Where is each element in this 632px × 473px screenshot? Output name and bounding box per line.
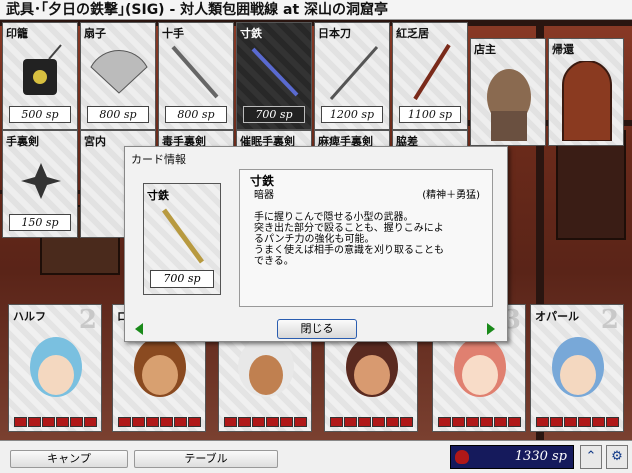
hp-bar: [438, 417, 521, 427]
inro-icon: [23, 44, 62, 95]
shop-card-inro[interactable]: 印籠 500 sp: [2, 22, 78, 130]
money-amount: 1330 sp: [514, 449, 567, 464]
door-icon: [562, 61, 612, 141]
next-arrow-icon[interactable]: [487, 323, 495, 335]
card-name: 宮内: [84, 135, 106, 148]
card-name: 寸鉄: [147, 189, 169, 202]
gear-icon[interactable]: ⚙: [606, 445, 628, 469]
character-portrait-icon: [552, 337, 604, 397]
staff-icon: [413, 43, 451, 101]
hp-bar: [330, 417, 413, 427]
item-attributes: (精神＋勇猛): [422, 190, 480, 201]
npc-card-shopkeeper[interactable]: 店主: [470, 38, 546, 146]
jitte-icon: [171, 45, 219, 99]
card-name: 日本刀: [318, 27, 351, 40]
item-info-panel: 寸鉄 暗器 (精神＋勇猛) 手に握りこんで隠せる小型の武器。 突き出た部分で殴る…: [239, 169, 493, 307]
hp-bar: [118, 417, 201, 427]
card-name: 紅乏居: [396, 27, 429, 40]
shop-card-benishibai[interactable]: 紅乏居 1100 sp: [392, 22, 468, 130]
item-category: 暗器: [254, 190, 274, 201]
party-name: オパール: [535, 310, 579, 323]
hp-bar: [14, 417, 97, 427]
table-button[interactable]: テーブル: [134, 450, 278, 468]
party-name: ハルフ: [13, 310, 46, 323]
card-price: 1100 sp: [399, 106, 461, 123]
description-line: 突き出た部分で殴ることも、握りこみによ: [254, 223, 444, 234]
party-card-harufu[interactable]: ハルフ 2: [8, 304, 102, 432]
money-bag-icon: [455, 450, 469, 464]
party-card-opal[interactable]: オパール 2: [530, 304, 624, 432]
card-price: 800 sp: [87, 106, 149, 123]
katana-icon: [329, 46, 379, 100]
previous-arrow-icon[interactable]: [135, 323, 143, 335]
card-price: 700 sp: [243, 106, 305, 123]
shop-card-sunsetsu-selected[interactable]: 寸鉄 700 sp: [236, 22, 312, 130]
npc-name: 店主: [474, 43, 496, 56]
close-button[interactable]: 閉じる: [277, 319, 357, 339]
sunsetsu-icon: [161, 208, 205, 264]
description-line: 手に握りこんで隠せる小型の武器。: [254, 212, 414, 223]
dialog-card-preview: 寸鉄 700 sp: [143, 183, 221, 295]
sunsetsu-icon: [251, 47, 299, 97]
window-title: 武具･｢夕日の鉄撃｣(SIG) - 対人類包囲戦線 at 深山の洞窟亭: [0, 0, 632, 20]
card-price: 150 sp: [9, 214, 71, 231]
card-name: 扇子: [84, 27, 106, 40]
shop-card-shuriken[interactable]: 手裏剣 150 sp: [2, 130, 78, 238]
card-info-dialog: カード情報 寸鉄 700 sp 寸鉄 暗器 (精神＋勇猛) 手に握りこんで隠せる…: [124, 146, 508, 342]
item-description: 手に握りこんで隠せる小型の武器。 突き出た部分で殴ることも、握りこみによ るパン…: [254, 212, 484, 267]
hp-bar: [536, 417, 619, 427]
money-display: 1330 sp: [450, 445, 574, 469]
description-line: できる。: [254, 256, 294, 267]
shop-card-sensu[interactable]: 扇子 800 sp: [80, 22, 156, 130]
npc-card-return[interactable]: 帰還: [548, 38, 624, 146]
card-name: 手裏剣: [6, 135, 39, 148]
shop-card-jitte[interactable]: 十手 800 sp: [158, 22, 234, 130]
card-price: 500 sp: [9, 106, 71, 123]
description-line: うまく使えば相手の意識を刈り取ることも: [254, 245, 444, 256]
camp-button[interactable]: キャンプ: [10, 450, 128, 468]
double-chevron-up-icon[interactable]: ⌃: [580, 445, 602, 469]
shopkeeper-portrait-icon: [487, 69, 531, 141]
shop-card-katana[interactable]: 日本刀 1200 sp: [314, 22, 390, 130]
dialog-title: カード情報: [131, 153, 186, 166]
hp-bar: [224, 417, 307, 427]
card-price: 700 sp: [150, 270, 214, 288]
fan-icon: [90, 50, 148, 94]
shuriken-icon: [21, 163, 61, 199]
card-name: 寸鉄: [240, 27, 262, 40]
character-portrait-icon: [30, 337, 82, 397]
card-price: 1200 sp: [321, 106, 383, 123]
card-price: 800 sp: [165, 106, 227, 123]
bottom-bar: キャンプ テーブル 1330 sp ⌃ ⚙: [0, 440, 632, 473]
npc-name: 帰還: [552, 43, 574, 56]
card-name: 十手: [162, 27, 184, 40]
card-name: 印籠: [6, 27, 28, 40]
description-line: るパンチ力の強化も可能。: [254, 234, 375, 245]
